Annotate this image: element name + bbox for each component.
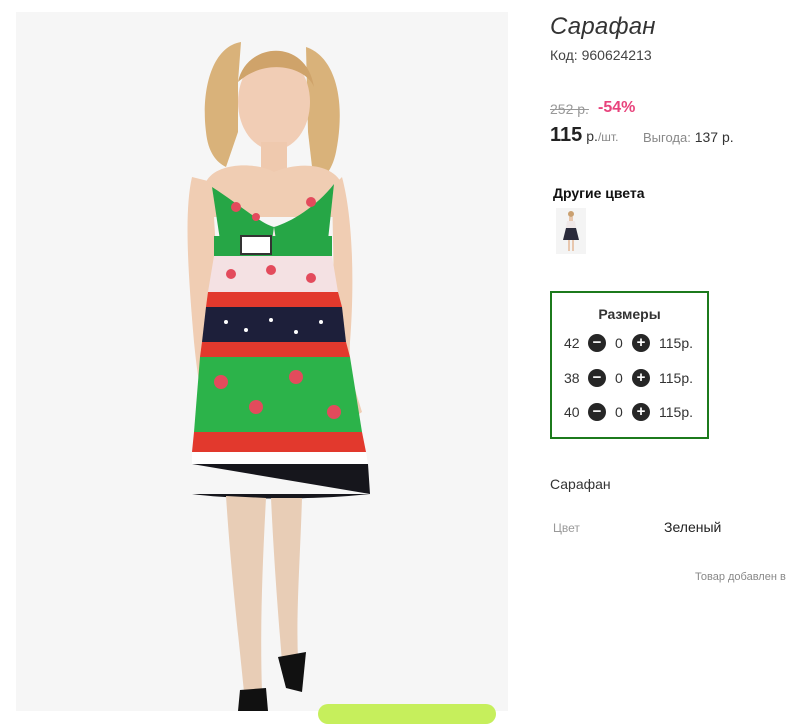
add-to-cart-button[interactable] xyxy=(318,704,496,724)
color-variant-thumbnail[interactable] xyxy=(556,208,586,254)
size-label: 40 xyxy=(564,404,580,420)
color-variant-image xyxy=(556,208,586,254)
old-price: 252 р. xyxy=(550,101,589,117)
increase-quantity-button[interactable]: + xyxy=(632,334,650,352)
price-value: 115 xyxy=(550,124,583,146)
plus-icon: + xyxy=(636,369,646,386)
minus-icon: − xyxy=(592,334,602,351)
size-quantity: 0 xyxy=(615,404,623,420)
increase-quantity-button[interactable]: + xyxy=(632,369,650,387)
price-unit: /шт. xyxy=(597,130,619,144)
product-photo[interactable] xyxy=(16,12,508,711)
product-code: Код: 960624213 xyxy=(550,47,652,63)
size-price: 115р. xyxy=(659,335,693,351)
sizes-title: Размеры xyxy=(598,306,661,322)
price-currency: р. xyxy=(586,128,598,144)
size-label: 42 xyxy=(564,335,580,351)
decrease-quantity-button[interactable]: − xyxy=(588,369,606,387)
size-quantity: 0 xyxy=(615,370,623,386)
current-price: 115 р./шт. xyxy=(550,124,618,148)
size-row: 38 − 0 + 115р. xyxy=(552,369,707,389)
plus-icon: + xyxy=(636,334,646,351)
size-quantity: 0 xyxy=(615,335,623,351)
benefit: Выгода: 137 р. xyxy=(643,129,734,145)
benefit-label: Выгода: xyxy=(643,130,691,145)
attribute-value: Зеленый xyxy=(664,519,722,535)
increase-quantity-button[interactable]: + xyxy=(632,403,650,421)
minus-icon: − xyxy=(592,369,602,386)
size-price: 115р. xyxy=(659,404,693,420)
decrease-quantity-button[interactable]: − xyxy=(588,334,606,352)
decrease-quantity-button[interactable]: − xyxy=(588,403,606,421)
size-price: 115р. xyxy=(659,370,693,386)
benefit-value: 137 р. xyxy=(694,129,734,145)
size-row: 42 − 0 + 115р. xyxy=(552,334,707,354)
size-label: 38 xyxy=(564,370,580,386)
minus-icon: − xyxy=(592,403,602,420)
plus-icon: + xyxy=(636,403,646,420)
sizes-panel: Размеры 42 − 0 + 115р. 38 − 0 + 115р. 40… xyxy=(550,291,709,439)
added-to-cart-notice: Товар добавлен в xyxy=(695,571,786,583)
description-title: Сарафан xyxy=(550,476,611,492)
product-title: Сарафан xyxy=(550,13,656,40)
discount-badge: -54% xyxy=(598,99,636,116)
model-in-dress-image xyxy=(16,12,508,711)
other-colors-title: Другие цвета xyxy=(553,185,645,201)
size-row: 40 − 0 + 115р. xyxy=(552,403,707,423)
attribute-label: Цвет xyxy=(553,521,580,535)
